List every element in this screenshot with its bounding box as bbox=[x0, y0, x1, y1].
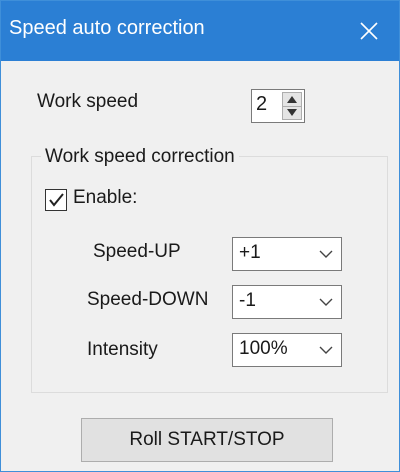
speed-down-value: -1 bbox=[239, 290, 256, 311]
chevron-down-icon bbox=[319, 298, 333, 306]
enable-checkbox[interactable] bbox=[45, 189, 67, 211]
chevron-down-icon bbox=[319, 250, 333, 258]
triangle-down-icon bbox=[287, 109, 297, 117]
window-title: Speed auto correction bbox=[9, 17, 205, 39]
roll-button-label: Roll START/STOP bbox=[129, 429, 285, 450]
group-label: Work speed correction bbox=[41, 146, 239, 168]
work-speed-label: Work speed bbox=[37, 91, 139, 112]
intensity-label: Intensity bbox=[87, 339, 158, 360]
speed-down-select[interactable]: -1 bbox=[232, 285, 342, 319]
work-speed-stepper[interactable]: 2 bbox=[251, 89, 305, 123]
close-button[interactable] bbox=[339, 1, 399, 61]
title-bar: Speed auto correction bbox=[1, 1, 399, 61]
checkmark-icon bbox=[49, 193, 64, 207]
spin-down-button[interactable] bbox=[282, 106, 302, 120]
roll-start-stop-button[interactable]: Roll START/STOP bbox=[81, 418, 333, 462]
intensity-select[interactable]: 100% bbox=[232, 333, 342, 367]
close-icon bbox=[360, 22, 378, 40]
spin-up-button[interactable] bbox=[282, 92, 302, 107]
work-speed-value: 2 bbox=[256, 93, 268, 115]
speed-up-value: +1 bbox=[239, 242, 261, 263]
intensity-value: 100% bbox=[239, 338, 288, 359]
speed-up-label: Speed-UP bbox=[93, 241, 181, 262]
spin-buttons bbox=[282, 92, 302, 120]
speed-up-select[interactable]: +1 bbox=[232, 237, 342, 271]
chevron-down-icon bbox=[319, 346, 333, 354]
enable-label: Enable: bbox=[73, 187, 138, 208]
dialog-window: Speed auto correction Work speed 2 Work … bbox=[0, 0, 400, 472]
triangle-up-icon bbox=[287, 95, 297, 103]
speed-down-label: Speed-DOWN bbox=[87, 289, 209, 310]
